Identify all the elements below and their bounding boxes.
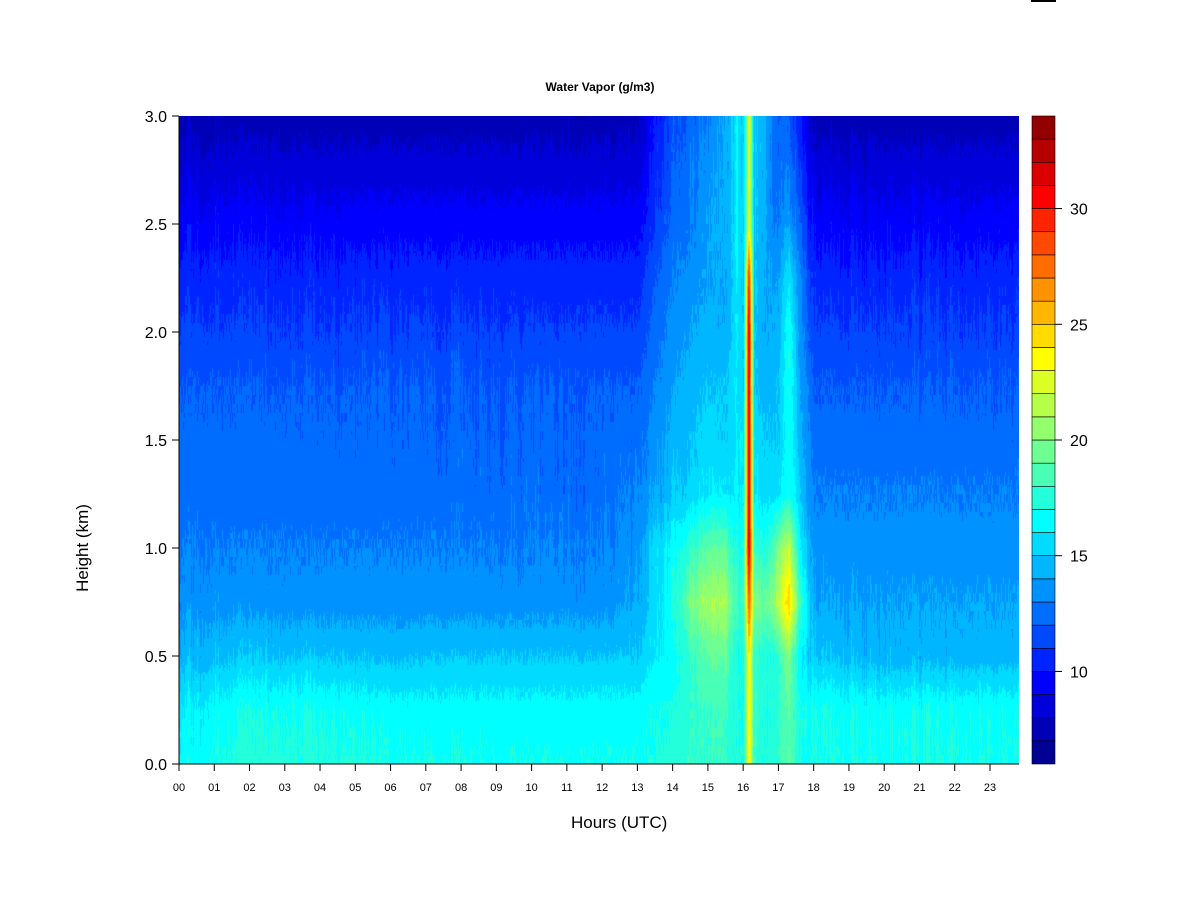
colorbar-level: [1031, 208, 1056, 233]
x-tick-label: 12: [596, 782, 608, 794]
x-tick-label: 19: [843, 782, 855, 794]
colorbar-level: [1031, 300, 1056, 325]
x-tick-label: 21: [913, 782, 925, 794]
colorbar-level: [1031, 393, 1056, 418]
y-tick-label: 0.0: [145, 757, 167, 774]
x-tick-label: 14: [667, 782, 679, 794]
colorbar-level: [1031, 740, 1056, 765]
colorbar-level: [1031, 138, 1056, 163]
x-tick-label: 08: [455, 782, 467, 794]
y-tick-label: 2.0: [145, 325, 167, 342]
x-tick-label: 04: [314, 782, 326, 794]
colorbar-level: [1031, 370, 1056, 395]
colorbar-level: [1031, 277, 1056, 302]
y-tick-label: 1.5: [145, 433, 167, 450]
colorbar-level: [1031, 161, 1056, 186]
x-tick-label: 17: [772, 782, 784, 794]
colorbar-level: [1031, 485, 1056, 510]
colorbar-level: [1031, 347, 1056, 371]
colorbar-level: [1031, 115, 1056, 140]
x-tick-label: 11: [561, 782, 572, 794]
colorbar-level: [1031, 509, 1056, 533]
y-tick-label: 3.0: [145, 109, 167, 126]
colorbar-level: [1031, 555, 1056, 580]
y-tick-label: 0.5: [145, 649, 167, 666]
colorbar-level: [1031, 532, 1056, 557]
x-tick-label: 07: [420, 782, 432, 794]
colorbar-level: [1031, 462, 1056, 487]
colorbar-level: [1031, 671, 1056, 695]
colorbar-level: [1031, 717, 1056, 742]
x-tick-label: 18: [808, 782, 820, 794]
y-tick-label: 1.0: [145, 541, 167, 558]
x-tick-label: 06: [384, 782, 396, 794]
x-tick-label: 09: [490, 782, 502, 794]
colorbar-tick-label: 20: [1070, 433, 1088, 450]
colorbar-level: [1031, 254, 1056, 279]
chart-axes: 0.0 0.5 1.0 1.5 2.0 2.5 3.0 00 01 02 03 04 05 06 07 08 0…: [145, 109, 1088, 794]
colorbar-level: [1031, 439, 1056, 464]
colorbar-level: [1031, 323, 1056, 348]
x-tick-label: 05: [349, 782, 361, 794]
x-tick-label: 10: [525, 782, 537, 794]
colorbar-tick-label: 15: [1070, 549, 1088, 566]
x-tick-label: 15: [702, 782, 714, 794]
colorbar-level: [1031, 647, 1056, 672]
x-tick-label: 00: [173, 782, 185, 794]
x-tick-label: 03: [279, 782, 291, 794]
colorbar-level: [1031, 231, 1056, 256]
colorbar-level: [1031, 578, 1056, 603]
x-tick-label: 22: [949, 782, 961, 794]
colorbar-level: [1031, 185, 1056, 209]
colorbar-tick-label: 30: [1070, 202, 1088, 219]
y-tick-label: 2.5: [145, 217, 167, 234]
colorbar-tick-label: 10: [1070, 664, 1088, 681]
colorbar-level: [1031, 624, 1056, 649]
x-tick-label: 01: [208, 782, 220, 794]
colorbar-level: [1031, 694, 1056, 719]
colorbar-tick-label: 25: [1070, 317, 1088, 334]
x-tick-label: 13: [631, 782, 643, 794]
x-tick-label: 20: [878, 782, 890, 794]
colorbar-level: [1031, 416, 1056, 441]
x-tick-label: 23: [984, 782, 996, 794]
x-tick-label: 02: [243, 782, 255, 794]
x-tick-label: 16: [737, 782, 749, 794]
colorbar-level: [1031, 601, 1056, 626]
